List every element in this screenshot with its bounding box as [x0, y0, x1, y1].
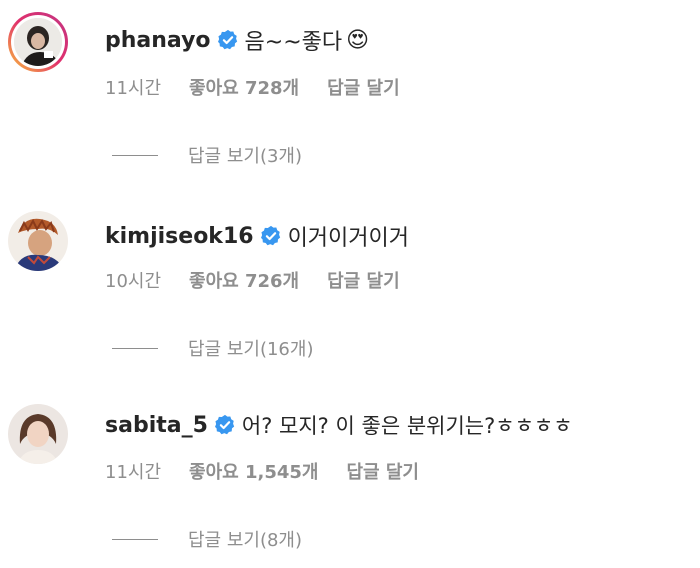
comment-meta: 11시간 좋아요 1,545개 답글 달기: [105, 458, 447, 484]
view-replies-button[interactable]: 답글 보기(16개): [112, 335, 313, 361]
avatar[interactable]: [8, 12, 68, 72]
comment-item: sabita_5 어? 모지? 이 좋은 분위기는?ㅎㅎㅎㅎ 11시간 좋아요 …: [0, 390, 700, 568]
reply-button[interactable]: 답글 달기: [346, 458, 419, 484]
reply-button[interactable]: 답글 달기: [327, 267, 400, 293]
verified-badge-icon: [214, 414, 236, 436]
comment-meta: 10시간 좋아요 726개 답글 달기: [105, 267, 428, 293]
divider: [112, 538, 158, 540]
comment-line: kimjiseok16 이거이거이거: [105, 220, 409, 252]
verified-badge-icon: [260, 225, 282, 247]
heart-eyes-emoji: 😍: [346, 27, 370, 53]
view-replies-label: 답글 보기(3개): [188, 146, 303, 167]
divider: [112, 154, 158, 156]
avatar-image: [14, 18, 62, 66]
username[interactable]: sabita_5: [105, 413, 208, 438]
comment-item: kimjiseok16 이거이거이거 10시간 좋아요 726개 답글 달기 답…: [0, 195, 700, 375]
like-count[interactable]: 좋아요 728개: [189, 74, 299, 100]
view-replies-button[interactable]: 답글 보기(8개): [112, 526, 302, 552]
view-replies-button[interactable]: 답글 보기(3개): [112, 142, 302, 168]
comment-text: 이거이거이거: [287, 226, 410, 251]
avatar[interactable]: [8, 211, 68, 271]
username[interactable]: phanayo: [105, 28, 211, 53]
comment-time[interactable]: 10시간: [105, 267, 161, 293]
comment-line: sabita_5 어? 모지? 이 좋은 분위기는?ㅎㅎㅎㅎ: [105, 410, 573, 440]
reply-button[interactable]: 답글 달기: [327, 74, 400, 100]
like-count[interactable]: 좋아요 1,545개: [189, 458, 318, 484]
comment-time[interactable]: 11시간: [105, 458, 161, 484]
avatar-image: [8, 211, 68, 271]
verified-badge-icon: [217, 29, 239, 51]
comment-text: 어? 모지? 이 좋은 분위기는?ㅎㅎㅎㅎ: [241, 414, 573, 438]
comment-meta: 11시간 좋아요 728개 답글 달기: [105, 74, 428, 100]
comment-line: phanayo 음~~좋다 😍: [105, 24, 369, 56]
like-count[interactable]: 좋아요 726개: [189, 267, 299, 293]
divider: [112, 347, 158, 349]
username[interactable]: kimjiseok16: [105, 224, 254, 249]
comment-time[interactable]: 11시간: [105, 74, 161, 100]
comment-item: phanayo 음~~좋다 😍 11시간 좋아요 728개 답글 달기 답글 보…: [0, 0, 700, 180]
view-replies-label: 답글 보기(8개): [188, 530, 303, 551]
comment-text: 음~~좋다: [244, 30, 343, 55]
avatar-image: [8, 404, 68, 464]
avatar[interactable]: [8, 404, 68, 464]
view-replies-label: 답글 보기(16개): [188, 339, 314, 360]
